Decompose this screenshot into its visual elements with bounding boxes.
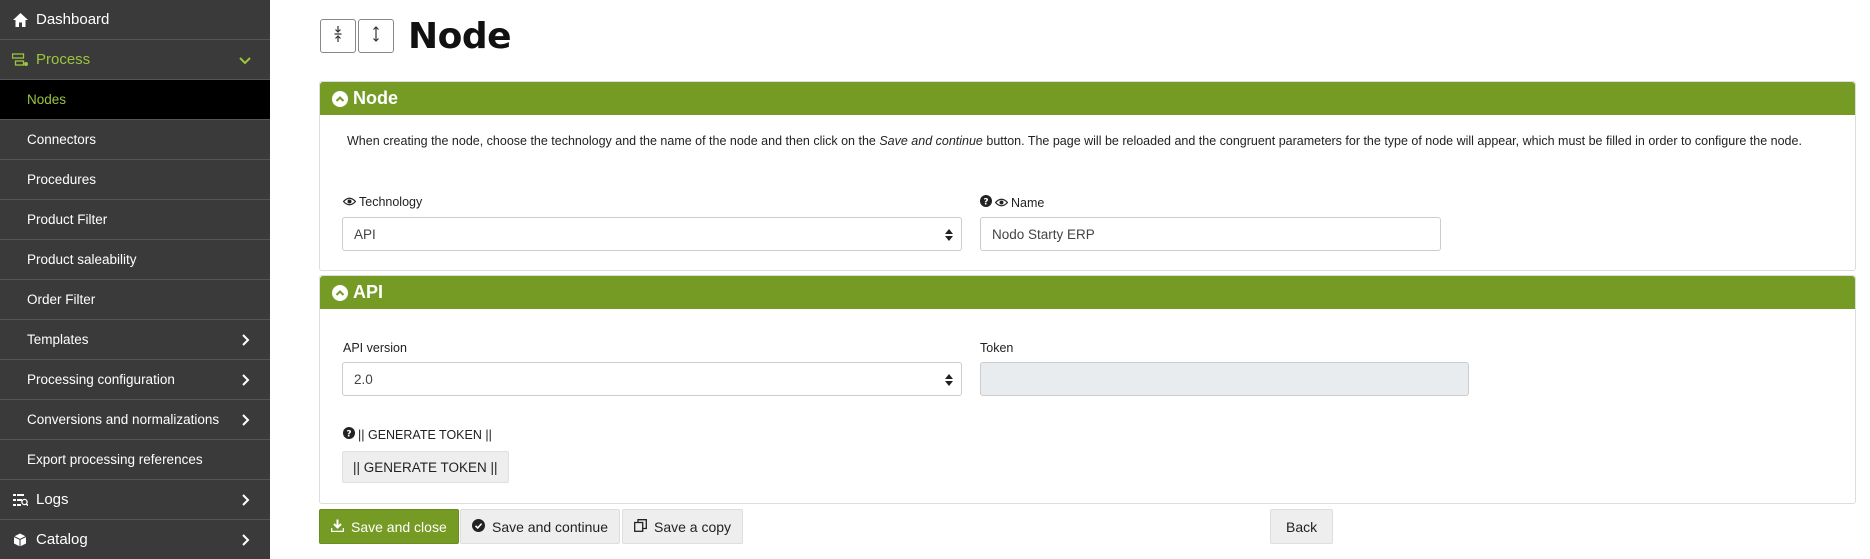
svg-text:?: ? [346,430,351,440]
main-content: Node Node When creating the node, choose… [270,0,1870,559]
copy-icon [634,518,654,535]
generate-token-label: ? || GENERATE TOKEN || [343,427,492,442]
select-arrows-icon [945,373,953,387]
chevron-up-circle-icon [332,90,348,107]
download-icon [330,519,351,535]
chevron-right-icon [238,533,252,547]
sidebar-item-procedures[interactable]: Procedures [0,160,270,200]
sidebar-item-label: Nodes [27,92,67,107]
chevron-right-icon [238,493,252,507]
expand-all-button[interactable] [358,19,394,53]
sidebar-item-nodes[interactable]: Nodes [0,80,270,120]
sidebar-item-product-filter[interactable]: Product Filter [0,200,270,240]
collapse-all-button[interactable] [320,19,356,53]
sidebar-item-label: Product Filter [27,212,108,227]
home-icon [12,12,28,28]
sidebar-item-label: Logs [36,491,69,508]
node-panel: Node When creating the node, choose the … [319,81,1856,271]
sidebar-item-export-processing-references[interactable]: Export processing references [0,440,270,480]
save-a-copy-button[interactable]: Save a copy [622,509,744,544]
chevron-up-circle-icon [332,284,348,301]
sidebar-item-catalog[interactable]: Catalog [0,520,270,559]
eye-icon [994,196,1009,210]
expand-vertical-icon [371,25,381,48]
generate-token-button[interactable]: || GENERATE TOKEN || [342,451,509,483]
api-panel: API API version 2.0 Token ? || GENERATE … [319,275,1856,504]
sidebar-item-logs[interactable]: Logs [0,480,270,520]
back-button[interactable]: Back [1270,509,1334,544]
technology-label: Technology [342,195,422,209]
sidebar-item-templates[interactable]: Templates [0,320,270,360]
chevron-right-icon [238,413,252,427]
sidebar-item-label: Templates [27,332,89,347]
eye-icon [342,195,357,209]
technology-select[interactable]: API [342,217,962,251]
collapse-vertical-icon [333,25,343,48]
node-panel-header[interactable]: Node [320,82,1855,115]
sidebar-item-dashboard[interactable]: Dashboard [0,0,270,40]
save-and-continue-button[interactable]: Save and continue [460,509,620,544]
sidebar-item-label: Dashboard [36,11,110,28]
sidebar-item-label: Catalog [36,531,88,548]
logs-icon [12,492,28,508]
api-panel-title: API [353,282,384,302]
sidebar-item-product-saleability[interactable]: Product saleability [0,240,270,280]
sidebar-item-processing-configuration[interactable]: Processing configuration [0,360,270,400]
process-icon [12,52,28,68]
sidebar-item-label: Processing configuration [27,372,175,387]
name-label: ? Name [980,195,1044,210]
select-arrows-icon [945,228,953,242]
svg-text:?: ? [983,198,988,208]
token-field [980,362,1469,396]
question-circle-icon: ? [980,195,992,210]
sidebar-item-label: Process [36,51,91,68]
sidebar-item-label: Conversions and normalizations [27,412,220,427]
sidebar-item-label: Procedures [27,172,97,187]
chevron-right-icon [238,373,252,387]
save-and-close-button[interactable]: Save and close [319,509,459,544]
node-description: When creating the node, choose the techn… [347,134,1802,148]
name-field[interactable]: Nodo Starty ERP [980,217,1441,251]
sidebar-item-label: Product saleability [27,252,137,267]
sidebar-item-process[interactable]: Process [0,40,270,80]
chevron-right-icon [238,333,252,347]
sidebar-item-connectors[interactable]: Connectors [0,120,270,160]
sidebar-item-label: Export processing references [27,452,203,467]
node-panel-title: Node [353,88,398,108]
sidebar: Dashboard Process Nodes Connectors Proce… [0,0,270,559]
api-version-select[interactable]: 2.0 [342,362,962,396]
api-panel-header[interactable]: API [320,276,1855,309]
sidebar-item-conversions-normalizations[interactable]: Conversions and normalizations [0,400,270,440]
token-label: Token [980,341,1014,355]
sidebar-item-label: Order Filter [27,292,96,307]
sidebar-item-label: Connectors [27,132,97,147]
question-circle-icon: ? [343,427,355,442]
sidebar-item-order-filter[interactable]: Order Filter [0,280,270,320]
check-circle-icon [472,518,492,535]
page-title: Node [408,16,512,57]
chevron-down-icon [238,53,252,67]
cube-icon [12,532,28,548]
api-version-label: API version [343,341,407,355]
